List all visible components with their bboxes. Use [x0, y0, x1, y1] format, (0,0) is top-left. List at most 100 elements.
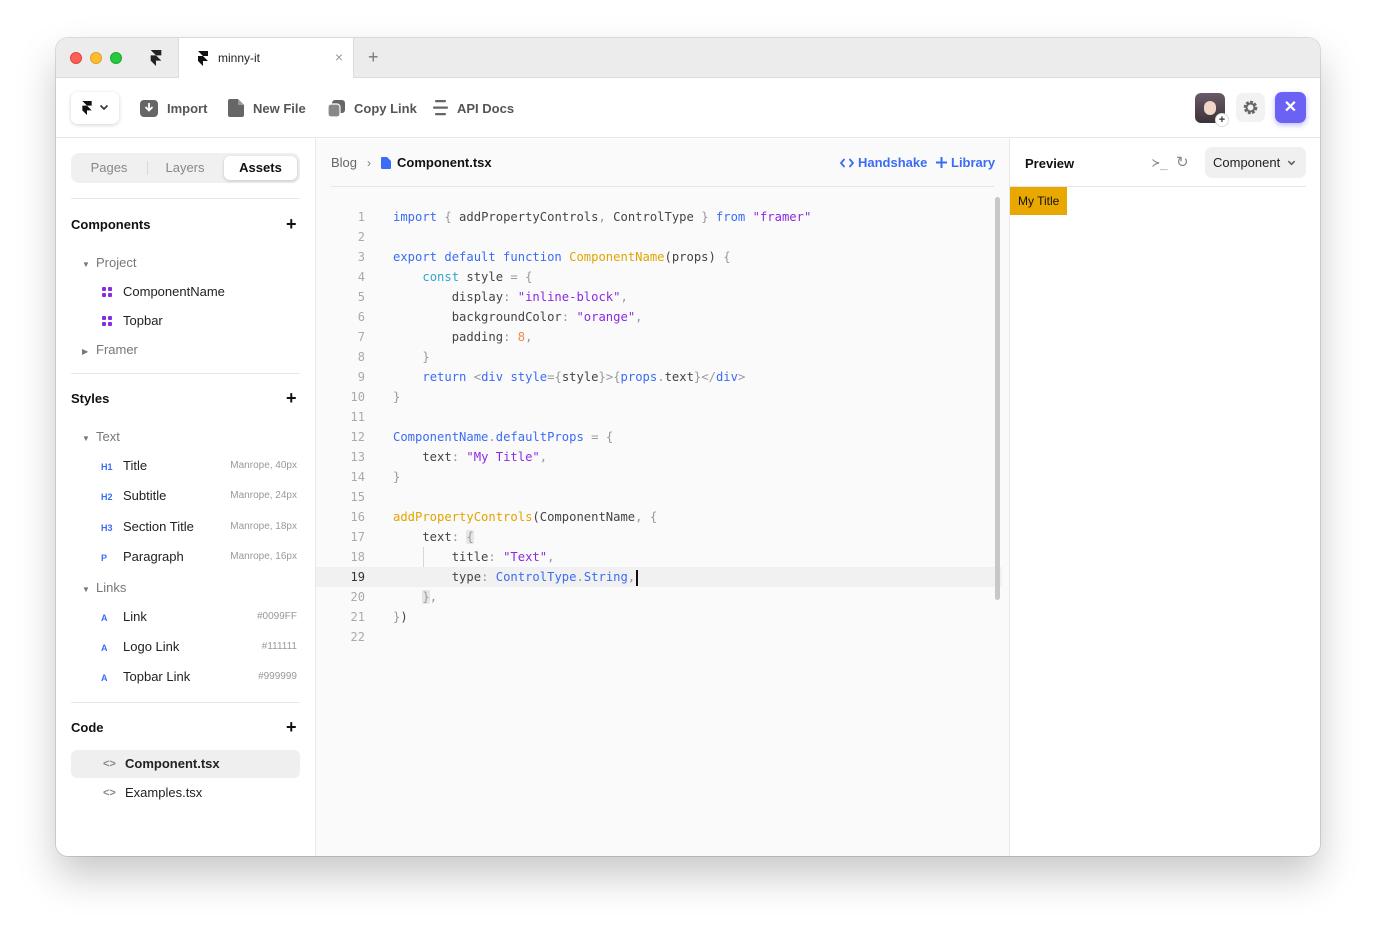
tab-minny-it[interactable]: minny-it × [178, 38, 354, 78]
line-number: 20 [350, 590, 365, 604]
component-item[interactable]: Topbar [102, 313, 163, 328]
code-area[interactable]: 1 import { addPropertyControls, ControlTy… [316, 207, 1002, 647]
component-grid-icon [102, 315, 112, 326]
code-line: 11 [316, 407, 1002, 427]
code-line: 3 export default function ComponentName(p… [316, 247, 1002, 267]
tab-layers[interactable]: Layers [149, 156, 221, 180]
copy-link-button[interactable]: Copy Link [328, 98, 417, 118]
preview-rendered-component[interactable]: My Title [1010, 187, 1068, 215]
terminal-icon[interactable]: ≻_ [1152, 156, 1168, 171]
code-text: title: "Text", [393, 550, 555, 564]
divider [71, 373, 300, 374]
line-number: 15 [350, 490, 365, 504]
code-text: addPropertyControls(ComponentName, { [393, 510, 658, 524]
close-icon[interactable]: × [335, 49, 343, 65]
main-menu-button[interactable] [71, 92, 119, 124]
style-meta: #111111 [261, 641, 297, 652]
code-line: 17 text: { [316, 527, 1002, 547]
new-file-icon [228, 99, 244, 117]
add-code-file-button[interactable]: + [286, 718, 297, 736]
line-number: 7 [357, 330, 365, 344]
caret-right-icon: ▶ [82, 347, 89, 356]
breadcrumb-root[interactable]: Blog [331, 155, 357, 170]
styles-heading: Styles [71, 391, 110, 406]
breadcrumb: Blog › Component.tsx [331, 155, 492, 170]
close-icon[interactable]: ✕ [1275, 92, 1306, 123]
code-line: 6 backgroundColor: "orange", [316, 307, 1002, 327]
framer-logo-icon[interactable] [148, 50, 164, 66]
component-item[interactable]: ComponentName [102, 284, 225, 299]
editor-scrollbar[interactable] [995, 197, 1000, 600]
code-icon: <> [103, 758, 116, 770]
line-number: 21 [350, 610, 365, 624]
api-docs-label: API Docs [457, 100, 515, 116]
tab-assets[interactable]: Assets [224, 156, 297, 180]
component-select[interactable]: Component [1205, 147, 1306, 178]
caret-down-icon: ▼ [82, 585, 90, 594]
import-button[interactable]: Import [140, 98, 207, 118]
code-file-item[interactable]: <> Examples.tsx [71, 779, 300, 807]
framer-logo-icon [198, 51, 208, 66]
link-style-item[interactable]: A Link #0099FF [101, 609, 297, 624]
invite-plus-icon[interactable]: + [1215, 113, 1229, 127]
style-meta: #999999 [258, 671, 297, 682]
chevron-down-icon [1287, 160, 1296, 166]
title-bar: minny-it × + [56, 38, 1320, 78]
avatar[interactable]: + [1195, 93, 1229, 127]
divider [71, 702, 300, 703]
window-close-button[interactable] [70, 52, 82, 64]
handshake-link[interactable]: Handshake [839, 155, 928, 170]
add-style-button[interactable]: + [286, 389, 297, 407]
api-docs-button[interactable]: API Docs [433, 98, 514, 118]
group-links[interactable]: ▼ Links [82, 580, 126, 595]
code-file-label: Examples.tsx [125, 785, 203, 800]
style-label: Subtitle [123, 488, 167, 503]
line-number: 22 [350, 630, 365, 644]
code-file-item[interactable]: <> Component.tsx [71, 750, 300, 778]
sidebar-segmented-control: Pages Layers Assets [71, 153, 300, 183]
group-label: Text [96, 429, 120, 444]
caret-down-icon: ▼ [82, 260, 90, 269]
text-style-item[interactable]: H3 Section Title Manrope, 18px [101, 519, 297, 534]
component-label: ComponentName [123, 284, 225, 299]
handshake-label: Handshake [858, 155, 928, 170]
style-label: Section Title [123, 519, 194, 534]
h1-icon: H1 [101, 462, 113, 472]
code-line: 12 ComponentName.defaultProps = { [316, 427, 1002, 447]
tab-title: minny-it [218, 51, 261, 65]
group-project[interactable]: ▼ Project [82, 255, 136, 270]
settings-button[interactable] [1236, 93, 1265, 122]
line-number: 2 [357, 230, 365, 244]
code-line: 20 }, [316, 587, 1002, 607]
library-plus-icon [936, 157, 947, 168]
text-style-item[interactable]: P Paragraph Manrope, 16px [101, 549, 297, 564]
group-framer[interactable]: ▶ Framer [82, 342, 138, 357]
text-style-item[interactable]: H2 Subtitle Manrope, 24px [101, 488, 297, 503]
new-file-button[interactable]: New File [228, 98, 306, 118]
breadcrumb-file[interactable]: Component.tsx [381, 155, 492, 170]
link-style-item[interactable]: A Logo Link #111111 [101, 639, 297, 654]
link-style-item[interactable]: A Topbar Link #999999 [101, 669, 297, 684]
add-component-button[interactable]: + [286, 215, 297, 233]
group-text[interactable]: ▼ Text [82, 429, 120, 444]
new-tab-button[interactable]: + [368, 47, 379, 68]
segment-divider [147, 161, 148, 175]
avatar-face [1204, 101, 1216, 115]
window-minimize-button[interactable] [90, 52, 102, 64]
code-text: return <div style={style}>{props.text}</… [422, 370, 746, 384]
code-text: backgroundColor: "orange", [393, 310, 643, 324]
tab-pages[interactable]: Pages [74, 156, 144, 180]
code-text: padding: 8, [393, 330, 533, 344]
code-line: 1 import { addPropertyControls, ControlTy… [316, 207, 1002, 227]
code-line: 21}) [316, 607, 1002, 627]
code-text: }, [422, 590, 438, 604]
window-zoom-button[interactable] [110, 52, 122, 64]
reload-icon[interactable]: ↻ [1176, 153, 1189, 171]
code-text: const style = { [422, 270, 533, 284]
line-number: 19 [350, 570, 365, 584]
code-line: 9 return <div style={style}>{props.text}… [316, 367, 1002, 387]
code-line-current: 19 type: ControlType.String, [316, 567, 1002, 587]
library-link[interactable]: Library [936, 155, 995, 170]
style-meta: Manrope, 24px [230, 490, 297, 501]
text-style-item[interactable]: H1 Title Manrope, 40px [101, 458, 297, 473]
